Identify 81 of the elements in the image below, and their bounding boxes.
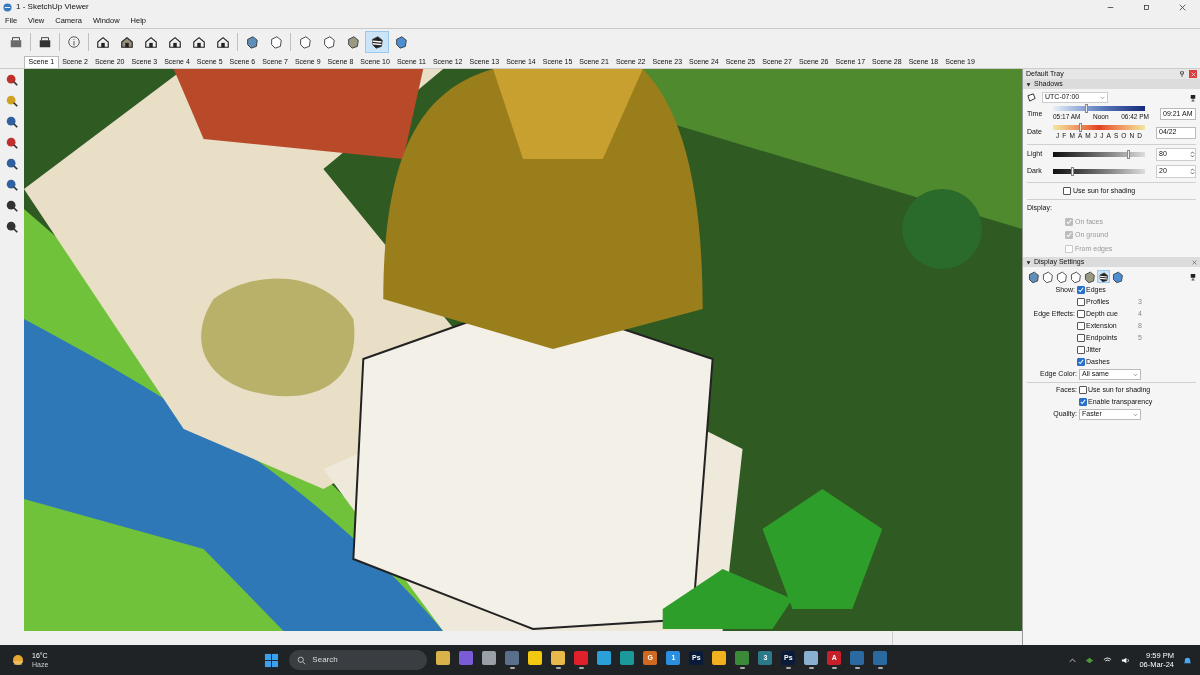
cube-icon (1041, 269, 1054, 284)
collapse-triangle-icon[interactable] (1026, 81, 1031, 87)
checkbox[interactable] (1077, 346, 1085, 354)
taskbar-app-button[interactable] (504, 649, 521, 671)
checkbox[interactable] (1077, 310, 1085, 318)
slider-thumb[interactable] (1085, 104, 1089, 113)
cube-icon (245, 35, 259, 49)
checkbox[interactable] (1077, 358, 1085, 366)
taskbar-app-button[interactable] (872, 649, 889, 671)
folder-icon (9, 35, 23, 49)
checkbox[interactable] (1077, 322, 1085, 330)
taskbar-app-button[interactable] (803, 649, 820, 671)
start-icon[interactable] (264, 652, 280, 668)
window-title: 1 - SketchUp Viewer (16, 1, 89, 13)
export-icon[interactable] (1190, 272, 1196, 281)
slider-thumb[interactable] (1078, 122, 1082, 132)
face-style-button[interactable] (1055, 270, 1068, 283)
cube-tool-button[interactable] (365, 31, 389, 53)
cube-icon (1055, 269, 1068, 284)
cube-icon (269, 35, 283, 49)
face-style-button[interactable] (1041, 270, 1054, 283)
close-icon[interactable] (1192, 259, 1197, 265)
taskbar-app-button[interactable] (734, 649, 751, 671)
search-icon (297, 655, 307, 665)
restore-icon (1142, 3, 1150, 11)
search-field[interactable]: Search (289, 650, 428, 670)
house-icon (96, 35, 110, 49)
close-icon (1178, 3, 1186, 11)
pin-icon[interactable] (1179, 71, 1185, 77)
house-icon (192, 35, 206, 49)
face-style-button[interactable] (1111, 270, 1124, 283)
shadow-icon (1027, 93, 1036, 102)
taskbar-app-button[interactable] (550, 649, 567, 671)
cube-icon (1027, 269, 1040, 284)
zoom-icon (5, 114, 19, 129)
cube-icon (1069, 269, 1082, 284)
house-icon (168, 35, 182, 49)
checkbox[interactable] (1077, 286, 1085, 294)
info-icon (67, 35, 81, 49)
taskbar-app-button[interactable] (573, 649, 590, 671)
face-style-button[interactable] (1027, 270, 1040, 283)
checkbox[interactable] (1079, 386, 1087, 394)
bell-icon[interactable] (1183, 655, 1192, 665)
taskbar-app-button[interactable] (849, 649, 866, 671)
face-style-button[interactable] (1069, 270, 1082, 283)
magnifier-icon (5, 177, 19, 192)
cube-icon (1111, 269, 1124, 284)
slider-track[interactable] (1053, 152, 1145, 157)
export-icon[interactable] (1190, 93, 1196, 102)
slider-track[interactable] (1053, 124, 1145, 130)
speaker-icon[interactable] (1121, 655, 1131, 665)
weather-icon[interactable] (10, 652, 26, 668)
face-style-button[interactable] (1083, 270, 1096, 283)
spinner-arrows-icon[interactable] (1190, 167, 1195, 176)
house-icon (144, 35, 158, 49)
network-icon[interactable] (1085, 655, 1095, 665)
printer-icon (38, 35, 52, 49)
checkbox[interactable] (1077, 334, 1085, 342)
slider-track[interactable] (1053, 169, 1145, 174)
house-icon (216, 35, 230, 49)
slider-thumb[interactable] (1071, 167, 1075, 176)
slider-track[interactable] (1053, 106, 1145, 111)
collapse-triangle-icon[interactable] (1026, 259, 1031, 265)
spinner-arrows-icon[interactable] (1190, 150, 1195, 159)
cube-icon (1083, 269, 1096, 284)
checkbox[interactable] (1079, 398, 1087, 406)
checkbox[interactable] (1063, 186, 1071, 195)
chevron-up-icon[interactable] (1069, 656, 1077, 664)
cube-icon (1098, 269, 1109, 284)
cube-icon (322, 35, 336, 49)
cube-icon (298, 35, 312, 49)
checkbox[interactable] (1077, 298, 1085, 306)
cube-icon (394, 35, 408, 49)
face-style-button[interactable] (1097, 270, 1110, 283)
chevron-down-icon (1100, 95, 1105, 100)
chevron-down-icon (1133, 372, 1138, 377)
app-logo-icon (3, 2, 12, 12)
slider-thumb[interactable] (1126, 150, 1130, 159)
cube-icon (346, 35, 360, 49)
cube-icon (370, 35, 384, 49)
chevron-down-icon (1133, 412, 1138, 417)
